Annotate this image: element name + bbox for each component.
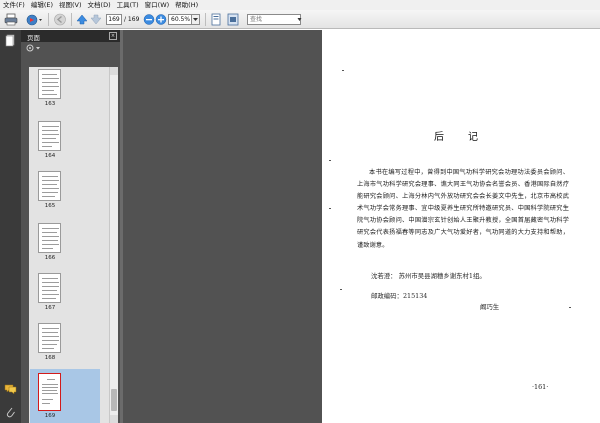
- pages-panel-title: 页面: [27, 34, 40, 42]
- scroll-up-button[interactable]: [110, 67, 118, 75]
- page-thumbnail-168[interactable]: [38, 323, 61, 353]
- page-thumbnail-label: 164: [44, 153, 56, 159]
- scan-speck: [342, 70, 344, 71]
- chevron-down-icon: [193, 18, 198, 21]
- fit-page-icon[interactable]: [210, 13, 222, 26]
- page-thumbnail-label: 169: [44, 413, 56, 419]
- page-thumbnail-label: 168: [44, 355, 56, 361]
- close-panel-button[interactable]: ×: [109, 32, 117, 40]
- back-icon[interactable]: [53, 13, 67, 26]
- find-dropdown-icon[interactable]: [297, 14, 302, 25]
- menu-help[interactable]: 帮助(H): [175, 0, 198, 10]
- menu-document[interactable]: 文档(D): [88, 0, 111, 10]
- document-postal-code: 邮政编码：215134: [371, 292, 428, 300]
- toolbar-separator: [71, 13, 72, 26]
- panel-options-icon[interactable]: [25, 43, 45, 53]
- toolbar-separator: [205, 13, 206, 26]
- document-workspace: [123, 30, 322, 423]
- zoom-dropdown-button[interactable]: [192, 14, 200, 25]
- scroll-down-button[interactable]: [110, 415, 118, 423]
- scan-speck: [340, 289, 342, 290]
- menu-view[interactable]: 视图(V): [59, 0, 82, 10]
- share-icon[interactable]: [26, 13, 44, 26]
- menu-file[interactable]: 文件(F): [3, 0, 25, 10]
- scan-speck: [569, 307, 571, 308]
- page-thumbnail-164[interactable]: [38, 121, 61, 151]
- zoom-out-icon[interactable]: [143, 13, 155, 26]
- page-total-label: / 169: [124, 16, 140, 23]
- page-thumbnail-169[interactable]: [38, 373, 61, 411]
- thumbnail-scrollbar[interactable]: [109, 67, 118, 423]
- next-page-icon[interactable]: [90, 13, 102, 26]
- find-input[interactable]: 查找: [247, 14, 301, 25]
- pages-panel-header: 页面 ×: [21, 30, 120, 42]
- toolbar: 169 / 169 60.5% 查找: [0, 10, 600, 29]
- page-number-input[interactable]: 169: [106, 14, 122, 25]
- comment-icon[interactable]: [4, 384, 17, 395]
- pages-icon[interactable]: [5, 34, 16, 47]
- menu-tools[interactable]: 工具(T): [117, 0, 139, 10]
- scroll-thumb[interactable]: [111, 389, 117, 411]
- zoom-in-icon[interactable]: [155, 13, 167, 26]
- pages-panel: 页面 × 163 164 165 166 167 168 169: [21, 30, 120, 423]
- page-thumbnail-label: 167: [44, 305, 56, 311]
- page-thumbnail-165[interactable]: [38, 171, 61, 201]
- document-page-number: ·161·: [532, 383, 549, 391]
- page-thumbnail-label: 163: [44, 101, 56, 107]
- document-address: 沈若澄： 苏州市吴县湖穗乡谢东村1组。: [371, 272, 486, 280]
- document-title: 后记: [434, 132, 502, 143]
- document-paragraph: 本书在编写过程中，曾得到中国气功科学研究会功理功法委员会顾问、上海市气功科学研究…: [357, 169, 569, 249]
- print-icon[interactable]: [4, 13, 18, 26]
- menu-window[interactable]: 窗口(W): [145, 0, 170, 10]
- toolbar-separator: [48, 13, 49, 26]
- navigation-rail: [0, 30, 21, 423]
- fit-width-icon[interactable]: [227, 13, 239, 26]
- page-thumbnail-label: 165: [44, 203, 56, 209]
- page-thumbnail-label: 166: [44, 255, 56, 261]
- scan-speck: [329, 208, 331, 209]
- page-thumbnail-163[interactable]: [38, 69, 61, 99]
- page-thumbnail-list[interactable]: 163 164 165 166 167 168 169: [29, 67, 109, 423]
- page-thumbnail-167[interactable]: [38, 273, 61, 303]
- zoom-level-input[interactable]: 60.5%: [168, 14, 192, 25]
- page-thumbnail-166[interactable]: [38, 223, 61, 253]
- document-author: 阚巧生: [480, 303, 500, 311]
- attachment-icon[interactable]: [5, 406, 16, 418]
- menu-bar: 文件(F) 编辑(E) 视图(V) 文档(D) 工具(T) 窗口(W) 帮助(H…: [0, 0, 600, 10]
- previous-page-icon[interactable]: [76, 13, 88, 26]
- menu-edit[interactable]: 编辑(E): [31, 0, 53, 10]
- scan-speck: [329, 160, 331, 161]
